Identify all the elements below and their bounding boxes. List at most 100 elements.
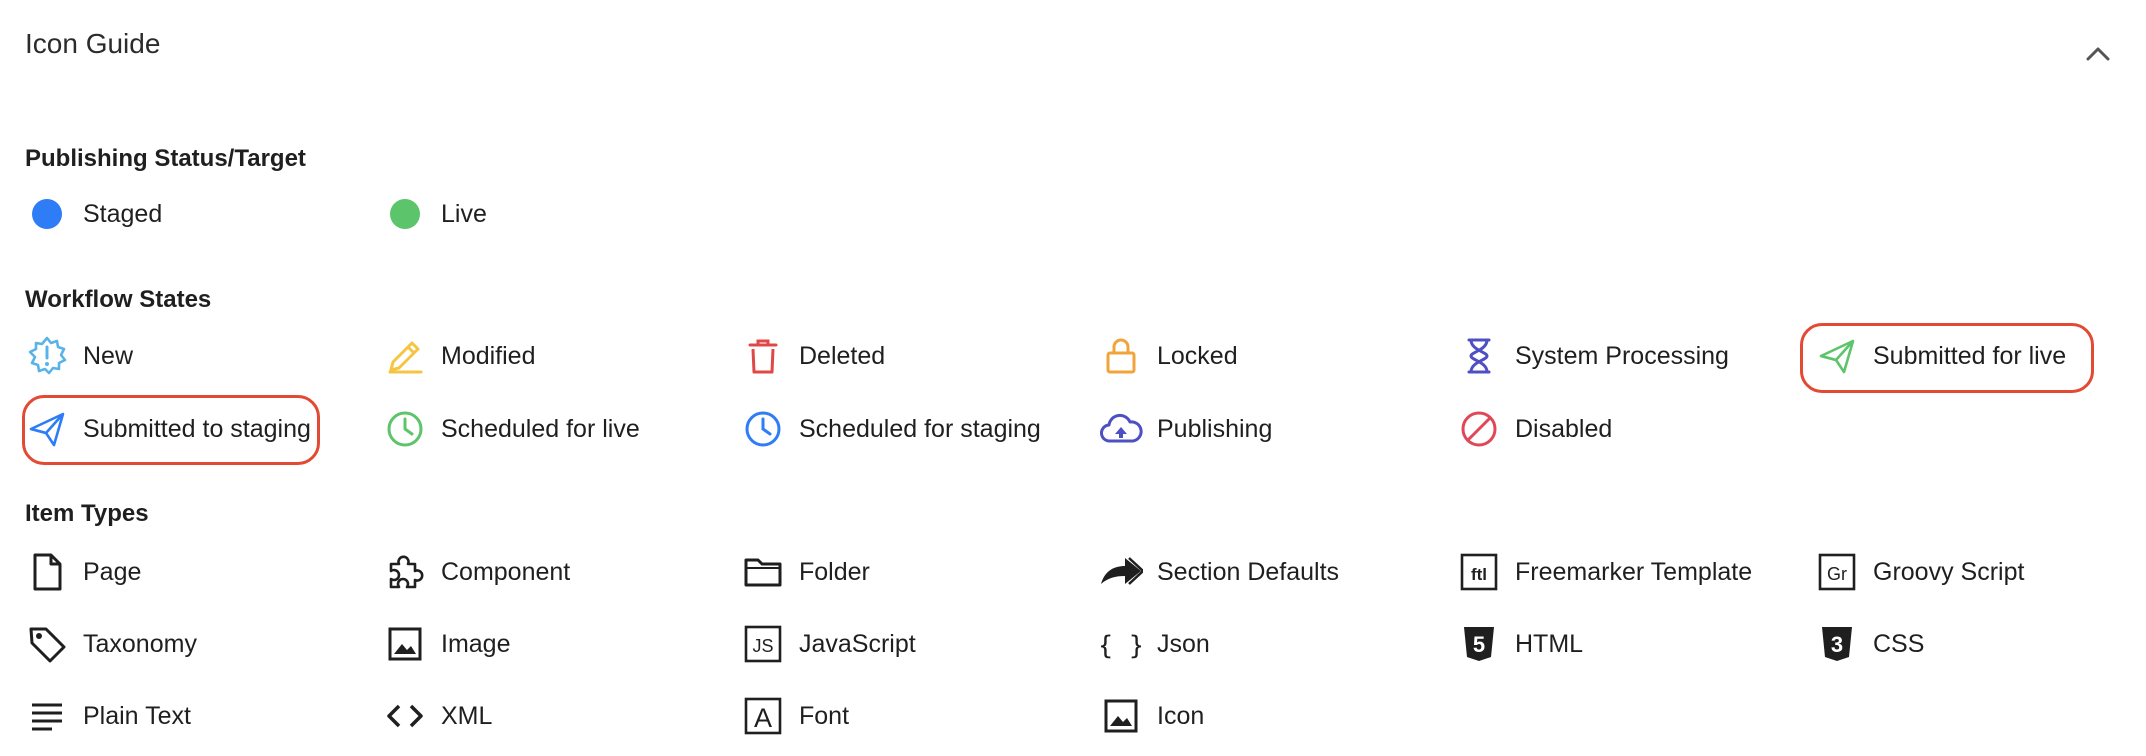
legend-item-scheduled-for-staging: Scheduled for staging [741, 405, 1041, 453]
legend-label: Scheduled for live [441, 414, 640, 443]
legend-item-live: Live [383, 190, 487, 238]
disabled-icon [1457, 407, 1501, 451]
image-icon [383, 622, 427, 666]
code-brackets-icon [383, 694, 427, 738]
legend-label: Component [441, 557, 571, 586]
legend-item-json: { } Json [1099, 620, 1210, 668]
tag-icon [25, 622, 69, 666]
legend-item-javascript: JS JavaScript [741, 620, 916, 668]
legend-label: Json [1157, 629, 1210, 658]
legend-item-modified: Modified [383, 332, 536, 380]
legend-label: Font [799, 701, 850, 730]
ftl-icon: ftl [1457, 550, 1501, 594]
legend-item-css: 3 CSS [1815, 620, 1924, 668]
legend-item-image: Image [383, 620, 510, 668]
lock-icon [1099, 334, 1143, 378]
share-arrow-icon [1099, 550, 1143, 594]
legend-item-staged: Staged [25, 190, 162, 238]
icon-image-icon [1099, 694, 1143, 738]
legend-label: Image [441, 629, 511, 658]
legend-item-component: Component [383, 548, 570, 596]
legend-item-submitted-to-staging: Submitted to staging [25, 405, 311, 453]
legend-label: Plain Text [83, 701, 191, 730]
legend-label: Freemarker Template [1515, 557, 1753, 586]
legend-label: Disabled [1515, 414, 1613, 443]
legend-item-freemarker-template: ftl Freemarker Template [1457, 548, 1752, 596]
legend-label: CSS [1873, 629, 1925, 658]
text-lines-icon [25, 694, 69, 738]
legend-label: Section Defaults [1157, 557, 1340, 586]
trash-icon [741, 334, 785, 378]
live-dot-icon [383, 192, 427, 236]
cloud-upload-icon [1099, 407, 1143, 451]
json-braces-icon: { } [1099, 622, 1143, 666]
css3-icon: 3 [1815, 622, 1859, 666]
legend-item-page: Page [25, 548, 141, 596]
send-staging-icon [25, 407, 69, 451]
chevron-up-icon [2086, 47, 2110, 61]
legend-label: Groovy Script [1873, 557, 2025, 586]
page-icon [25, 550, 69, 594]
legend-label: Icon [1157, 701, 1205, 730]
legend-label: JavaScript [799, 629, 916, 658]
legend-label: Folder [799, 557, 870, 586]
legend-item-icon: Icon [1099, 692, 1204, 740]
legend-label: System Processing [1515, 341, 1729, 370]
legend-item-folder: Folder [741, 548, 870, 596]
legend-label: Taxonomy [83, 629, 197, 658]
legend-label: Modified [441, 341, 536, 370]
legend-item-locked: Locked [1099, 332, 1238, 380]
ftl-icon-text: ftl [1471, 565, 1487, 584]
legend-item-plain-text: Plain Text [25, 692, 191, 740]
icon-guide-panel: Icon Guide Publishing Status/Target Stag… [0, 0, 2146, 756]
collapse-button[interactable] [2078, 34, 2118, 74]
legend-item-taxonomy: Taxonomy [25, 620, 197, 668]
legend-item-system-processing: System Processing [1457, 332, 1729, 380]
legend-label: Deleted [799, 341, 886, 370]
legend-label: Scheduled for staging [799, 414, 1041, 443]
legend-label: Staged [83, 199, 163, 228]
staged-dot-icon [25, 192, 69, 236]
legend-label: XML [441, 701, 493, 730]
js-icon-text: JS [752, 636, 773, 656]
legend-label: Live [441, 199, 487, 228]
js-icon: JS [741, 622, 785, 666]
font-icon: A [741, 694, 785, 738]
legend-label: Page [83, 557, 142, 586]
html5-icon: 5 [1457, 622, 1501, 666]
json-icon-text: { } [1101, 631, 1141, 661]
section-title-item-types: Item Types [25, 500, 149, 527]
legend-item-xml: XML [383, 692, 492, 740]
clock-live-icon [383, 407, 427, 451]
legend-item-scheduled-for-live: Scheduled for live [383, 405, 640, 453]
puzzle-icon [383, 550, 427, 594]
legend-item-font: A Font [741, 692, 849, 740]
html-icon-text: 5 [1473, 632, 1485, 657]
clock-staging-icon [741, 407, 785, 451]
legend-item-html: 5 HTML [1457, 620, 1583, 668]
legend-item-publishing: Publishing [1099, 405, 1272, 453]
legend-label: Locked [1157, 341, 1238, 370]
pencil-icon [383, 334, 427, 378]
hourglass-icon [1457, 334, 1501, 378]
folder-icon [741, 550, 785, 594]
send-live-icon [1815, 334, 1859, 378]
panel-title: Icon Guide [25, 28, 161, 59]
legend-item-deleted: Deleted [741, 332, 885, 380]
legend-label: Submitted to staging [83, 414, 311, 443]
legend-item-disabled: Disabled [1457, 405, 1612, 453]
section-title-publishing: Publishing Status/Target [25, 145, 306, 172]
legend-item-section-defaults: Section Defaults [1099, 548, 1339, 596]
css-icon-text: 3 [1831, 632, 1843, 657]
legend-label: New [83, 341, 134, 370]
legend-label: Submitted for live [1873, 341, 2067, 370]
font-icon-text: A [754, 703, 772, 733]
groovy-icon-text: Gr [1827, 564, 1847, 584]
legend-item-groovy-script: Gr Groovy Script [1815, 548, 2024, 596]
groovy-icon: Gr [1815, 550, 1859, 594]
legend-item-submitted-for-live: Submitted for live [1815, 332, 2066, 380]
legend-item-new: New [25, 332, 133, 380]
new-badge-icon [25, 334, 69, 378]
legend-label: HTML [1515, 629, 1584, 658]
legend-label: Publishing [1157, 414, 1273, 443]
